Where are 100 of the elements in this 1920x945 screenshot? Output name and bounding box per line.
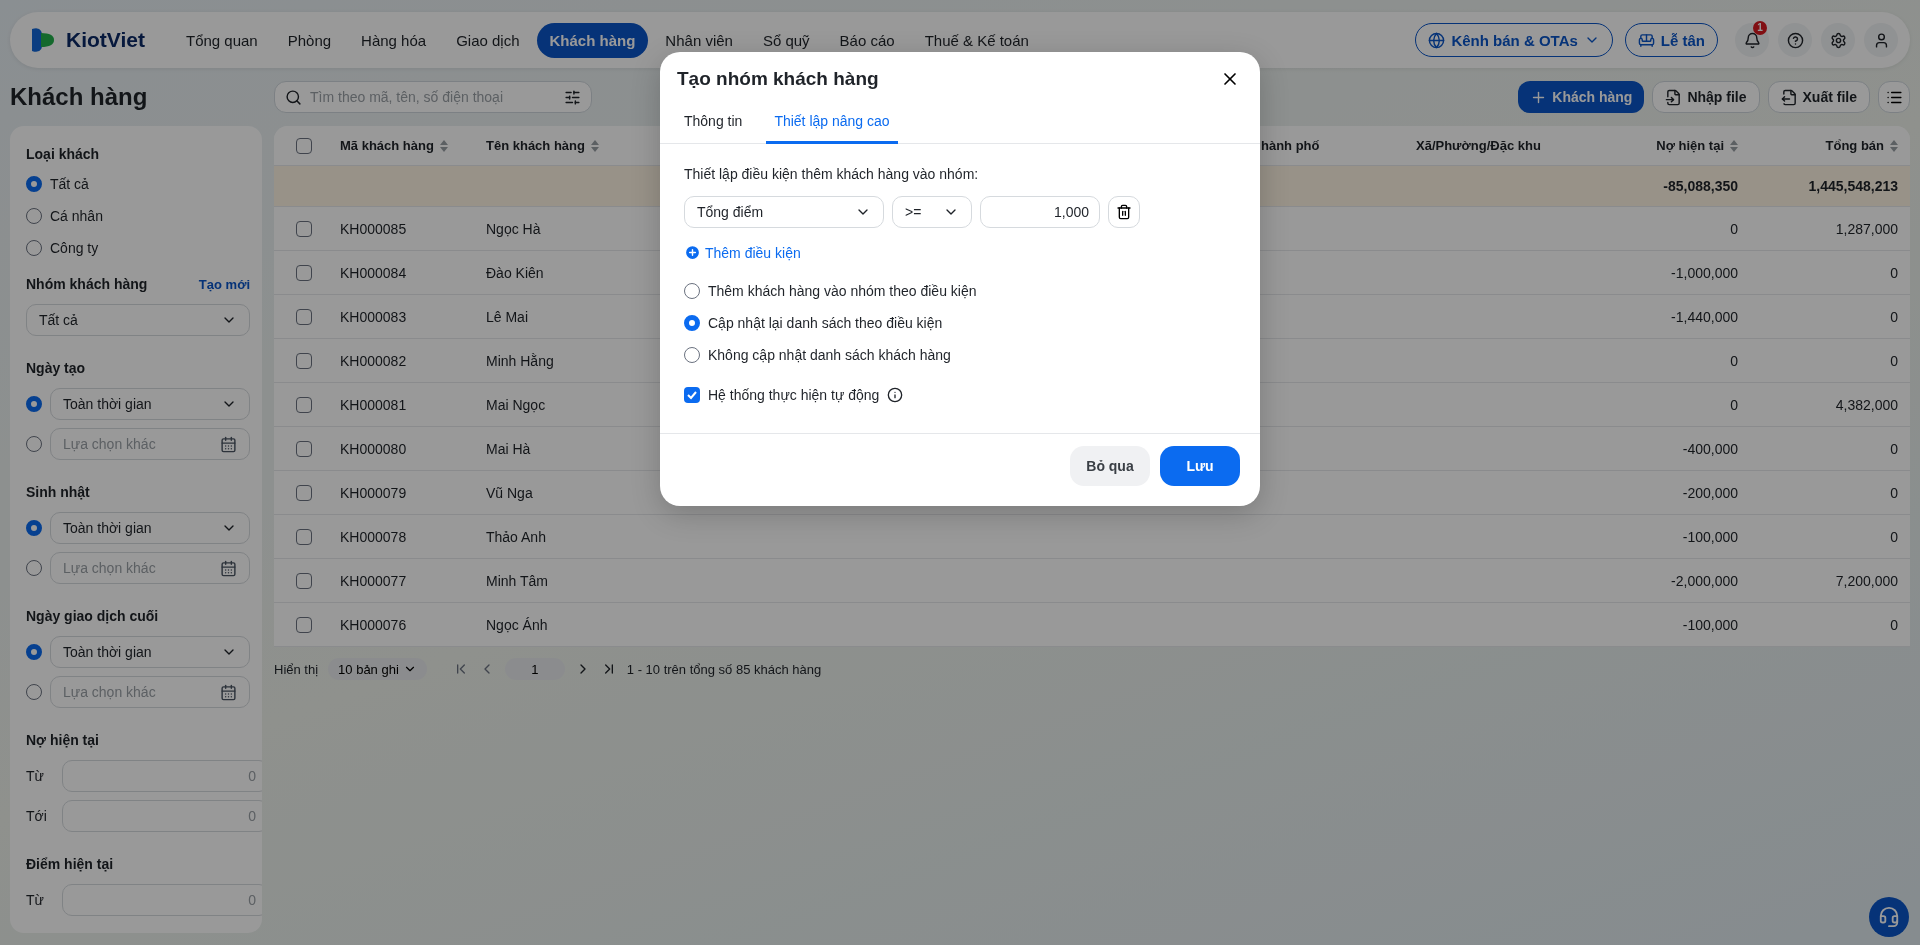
row-checkbox[interactable] bbox=[296, 572, 312, 589]
table-cell-text: -200,000 bbox=[1682, 484, 1739, 501]
table-cell-text: Mai Hà bbox=[485, 440, 531, 457]
column-header[interactable]: Xã/Phường/Đặc khu bbox=[1410, 138, 1600, 153]
row-checkbox[interactable] bbox=[296, 616, 312, 633]
page-title: Khách hàng bbox=[10, 82, 149, 112]
reception-button[interactable]: Lễ tân bbox=[1624, 23, 1718, 57]
row-checkbox[interactable] bbox=[296, 528, 312, 545]
support-button[interactable] bbox=[1869, 897, 1909, 937]
radio-button[interactable] bbox=[26, 240, 42, 256]
auto-checkbox[interactable] bbox=[684, 387, 700, 403]
check-icon bbox=[686, 389, 698, 401]
summary-cell-text: 1,445,548,213 bbox=[1808, 178, 1899, 194]
row-checkbox[interactable] bbox=[296, 264, 312, 281]
radio-button[interactable] bbox=[26, 684, 42, 700]
add-button[interactable]: Khách hàng bbox=[1518, 81, 1645, 113]
help-icon bbox=[1786, 31, 1804, 49]
delete-condition-button[interactable] bbox=[1108, 196, 1140, 228]
filter-sliders-icon bbox=[564, 88, 581, 106]
nav-item[interactable]: Giao dịch bbox=[443, 22, 533, 58]
table-cell-text: 0 bbox=[1730, 220, 1739, 237]
page-size-label: Hiển thị bbox=[274, 661, 319, 677]
table-cell-text: KH000076 bbox=[339, 616, 407, 633]
table-cell-text: 0 bbox=[1890, 308, 1899, 325]
import-button[interactable]: Nhập file bbox=[1652, 81, 1760, 113]
select-all-checkbox[interactable] bbox=[296, 137, 312, 154]
dialog-tab[interactable]: Thiết lập nâng cao bbox=[766, 100, 898, 144]
group-select[interactable]: Tất cả bbox=[26, 304, 250, 336]
sort-icon[interactable] bbox=[439, 139, 448, 152]
table-cell-text: 1,287,000 bbox=[1835, 220, 1899, 237]
channels-button[interactable]: Kênh bán & OTAs bbox=[1415, 23, 1613, 57]
date-preset-select[interactable]: Toàn thời gian bbox=[50, 636, 250, 668]
column-header[interactable]: Mã khách hàng bbox=[334, 138, 480, 153]
filter-label: Ngày tạo bbox=[26, 359, 86, 378]
radio-button[interactable] bbox=[684, 283, 700, 299]
range-label: Từ bbox=[26, 768, 45, 784]
table-cell-text: -1,000,000 bbox=[1671, 264, 1739, 281]
sort-icon[interactable] bbox=[590, 139, 599, 152]
radio-button[interactable] bbox=[684, 315, 700, 331]
sort-icon[interactable] bbox=[1730, 139, 1738, 152]
column-settings-button[interactable] bbox=[1878, 81, 1910, 113]
operator-select[interactable]: >= bbox=[892, 196, 972, 228]
nav-item[interactable]: Hàng hóa bbox=[348, 22, 440, 58]
date-preset-select[interactable]: Toàn thời gian bbox=[50, 388, 250, 420]
cancel-button[interactable]: Bỏ qua bbox=[1070, 446, 1150, 486]
dialog-title: Tạo nhóm khách hàng bbox=[677, 68, 879, 90]
radio-button[interactable] bbox=[26, 176, 42, 192]
notifications-button[interactable]: 1 bbox=[1735, 23, 1769, 57]
radio-button[interactable] bbox=[26, 208, 42, 224]
row-checkbox[interactable] bbox=[296, 308, 312, 325]
table-cell-text: Ngọc Ánh bbox=[485, 616, 548, 633]
table-cell-text: KH000078 bbox=[339, 528, 407, 545]
radio-button[interactable] bbox=[26, 436, 42, 452]
column-header[interactable]: Tổng bán bbox=[1750, 138, 1910, 153]
add-condition-link[interactable]: Thêm điều kiện bbox=[684, 244, 801, 261]
notification-badge: 1 bbox=[1753, 21, 1767, 35]
settings-button[interactable] bbox=[1821, 23, 1855, 57]
number-field[interactable]: 0 bbox=[62, 760, 262, 792]
table-cell-text: KH000082 bbox=[339, 352, 407, 369]
table-cell-text: 0 bbox=[1890, 264, 1899, 281]
nav-item[interactable]: Khách hàng bbox=[536, 22, 649, 58]
account-button[interactable] bbox=[1864, 23, 1898, 57]
number-field[interactable]: 0 bbox=[62, 800, 262, 832]
column-header[interactable]: Nợ hiện tại bbox=[1600, 138, 1750, 153]
row-checkbox[interactable] bbox=[296, 352, 312, 369]
table-cell-text: Thảo Anh bbox=[485, 528, 546, 545]
nav-item[interactable]: Phòng bbox=[274, 22, 345, 58]
sort-icon[interactable] bbox=[1890, 139, 1898, 152]
radio-button[interactable] bbox=[26, 644, 42, 660]
plus-circle-icon bbox=[684, 244, 701, 261]
table-cell-text: KH000079 bbox=[339, 484, 407, 501]
table-cell-text: 0 bbox=[1890, 616, 1899, 633]
condition-field-select[interactable]: Tổng điểm bbox=[684, 196, 884, 228]
radio-button[interactable] bbox=[26, 560, 42, 576]
export-button[interactable]: Xuất file bbox=[1767, 81, 1870, 113]
search-box[interactable]: Tìm theo mã, tên, số điện thoại bbox=[274, 81, 592, 113]
date-preset-select[interactable]: Toàn thời gian bbox=[50, 512, 250, 544]
number-field[interactable]: 0 bbox=[62, 884, 262, 916]
row-checkbox[interactable] bbox=[296, 220, 312, 237]
create-new-link[interactable]: Tạo mới bbox=[198, 276, 250, 292]
table-cell-text: 0 bbox=[1730, 352, 1739, 369]
radio-button[interactable] bbox=[26, 396, 42, 412]
page-number-field[interactable]: 1 bbox=[504, 658, 565, 680]
condition-value-field[interactable]: 1,000 bbox=[980, 196, 1100, 228]
radio-button[interactable] bbox=[26, 520, 42, 536]
table-cell-text: -100,000 bbox=[1682, 528, 1739, 545]
save-button[interactable]: Lưu bbox=[1160, 446, 1240, 486]
table-cell-text: Mai Ngọc bbox=[485, 396, 546, 413]
nav-item[interactable]: Tổng quan bbox=[172, 22, 271, 58]
search-field[interactable]: Tìm theo mã, tên, số điện thoại bbox=[308, 88, 558, 106]
row-checkbox[interactable] bbox=[296, 396, 312, 413]
row-checkbox[interactable] bbox=[296, 484, 312, 501]
file-arrow-icon bbox=[1665, 88, 1683, 106]
page-size-select[interactable]: 10 bản ghi bbox=[328, 658, 427, 680]
radio-button[interactable] bbox=[684, 347, 700, 363]
row-checkbox[interactable] bbox=[296, 440, 312, 457]
help-button[interactable] bbox=[1778, 23, 1812, 57]
table-cell-text: KH000081 bbox=[339, 396, 407, 413]
table-cell-text: 0 bbox=[1890, 352, 1899, 369]
table-cell-text: 0 bbox=[1890, 528, 1899, 545]
